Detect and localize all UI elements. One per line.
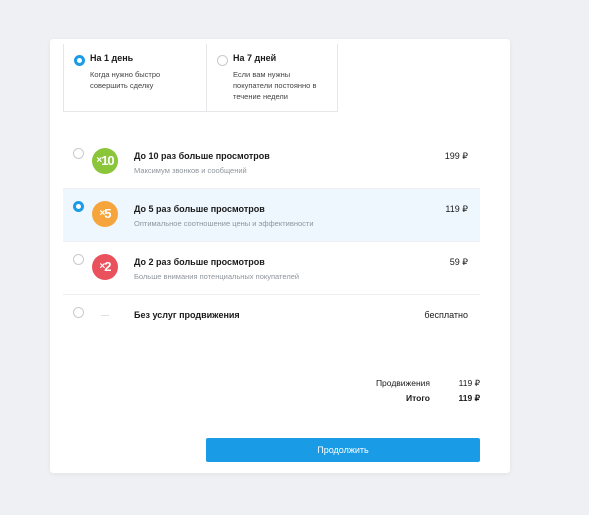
promo-option-x10[interactable]: ×10 До 10 раз больше просмотров Максимум… bbox=[63, 136, 480, 189]
option-description: Больше внимания потенциальных покупателе… bbox=[134, 272, 300, 281]
duration-option-1-day[interactable]: На 1 день Когда нужно быстро совершить с… bbox=[63, 44, 208, 112]
promo-option-none[interactable]: Без услуг продвижения бесплатно bbox=[63, 295, 480, 348]
option-title: До 2 раз больше просмотров bbox=[134, 257, 265, 267]
summary-promo-label: Продвижения bbox=[375, 378, 430, 388]
summary-promo-value: 119 ₽ bbox=[458, 378, 480, 388]
duration-description: Когда нужно быстро совершить сделку bbox=[90, 70, 161, 90]
option-price: 119 ₽ bbox=[445, 204, 468, 214]
duration-option-7-days[interactable]: На 7 дней Если вам нужны покупатели пост… bbox=[206, 44, 338, 112]
option-description: Оптимальное соотношение цены и эффективн… bbox=[134, 219, 314, 228]
duration-description: Если вам нужны покупатели постоянно в те… bbox=[233, 70, 317, 101]
promo-option-x5[interactable]: ×5 До 5 раз больше просмотров Оптимально… bbox=[63, 189, 480, 242]
duration-title: На 7 дней bbox=[233, 53, 277, 63]
option-price: 59 ₽ bbox=[449, 257, 468, 267]
promo-option-x2[interactable]: ×2 До 2 раз больше просмотров Больше вни… bbox=[63, 242, 480, 295]
option-price: бесплатно bbox=[424, 310, 468, 320]
duration-title: На 1 день bbox=[90, 53, 134, 63]
radio-unselected-icon[interactable] bbox=[73, 307, 84, 318]
radio-unselected-icon[interactable] bbox=[73, 254, 84, 265]
dash-icon bbox=[101, 315, 109, 316]
radio-selected-icon[interactable] bbox=[74, 55, 85, 66]
x10-badge-icon: ×10 bbox=[92, 148, 118, 174]
option-title: До 10 раз больше просмотров bbox=[134, 151, 270, 161]
x2-badge-icon: ×2 bbox=[92, 254, 118, 280]
promotion-card: На 1 день Когда нужно быстро совершить с… bbox=[50, 39, 510, 473]
radio-unselected-icon[interactable] bbox=[217, 55, 228, 66]
option-price: 199 ₽ bbox=[444, 151, 468, 161]
option-title: До 5 раз больше просмотров bbox=[134, 204, 265, 214]
continue-button[interactable]: Продолжить bbox=[206, 438, 480, 462]
option-title: Без услуг продвижения bbox=[134, 310, 240, 320]
radio-unselected-icon[interactable] bbox=[73, 148, 84, 159]
x5-badge-icon: ×5 bbox=[92, 201, 118, 227]
option-description: Максимум звонков и сообщений bbox=[134, 166, 247, 175]
summary-total-label: Итого bbox=[406, 393, 430, 403]
radio-selected-icon[interactable] bbox=[73, 201, 84, 212]
summary-total-value: 119 ₽ bbox=[458, 393, 480, 403]
